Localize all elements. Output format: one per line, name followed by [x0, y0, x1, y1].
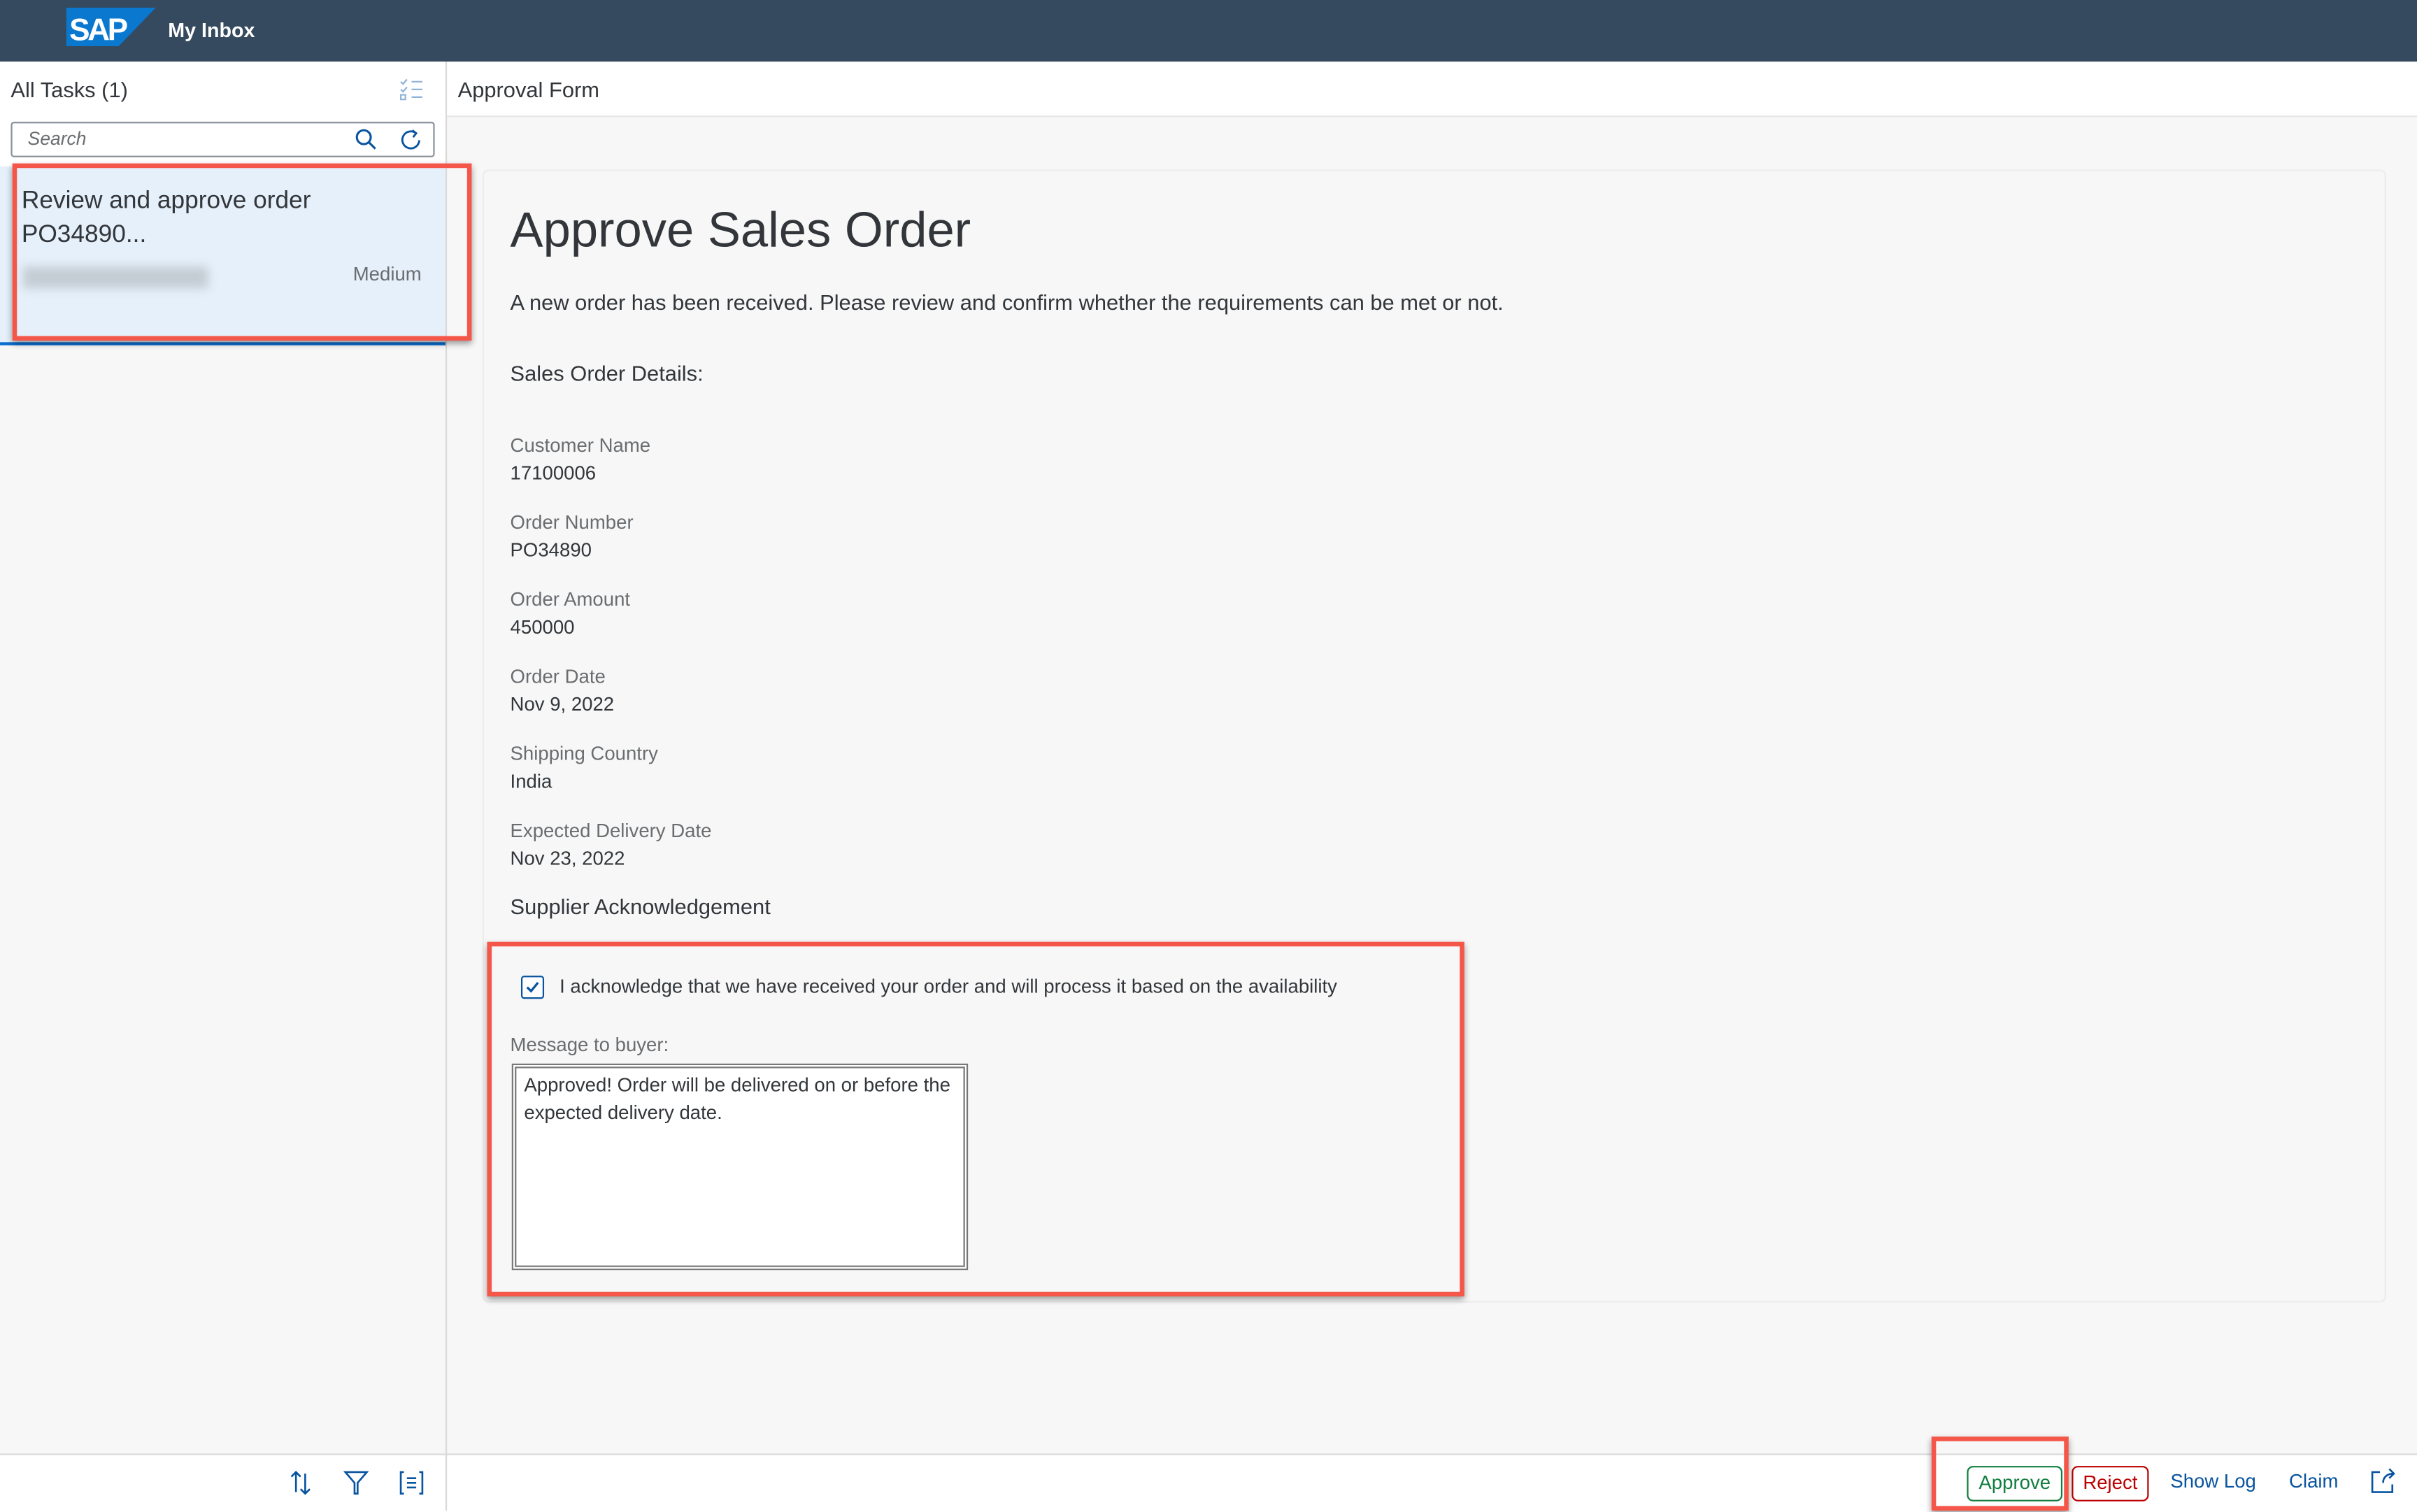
- field-label: Expected Delivery Date: [510, 820, 712, 842]
- field-label: Shipping Country: [510, 743, 658, 765]
- detail-header: Approval Form: [447, 62, 2417, 117]
- message-textarea[interactable]: Approved! Order will be delivered on or …: [511, 1063, 969, 1271]
- task-title: Review and approve order PO34890...: [21, 187, 311, 248]
- sort-icon[interactable]: [287, 1469, 315, 1497]
- sap-logo[interactable]: SAP: [66, 8, 156, 47]
- show-log-button[interactable]: Show Log: [2170, 1471, 2256, 1492]
- task-priority: Medium: [352, 263, 422, 285]
- field-label: Customer Name: [510, 434, 651, 457]
- field-value: Nov 9, 2022: [510, 693, 615, 715]
- group-icon[interactable]: [398, 1469, 426, 1497]
- reject-button[interactable]: Reject: [2072, 1466, 2149, 1502]
- message-label: Message to buyer:: [510, 1034, 669, 1056]
- refresh-icon[interactable]: [399, 128, 422, 151]
- claim-button[interactable]: Claim: [2289, 1471, 2338, 1492]
- approve-button[interactable]: Approve: [1967, 1466, 2063, 1502]
- field-value: 17100006: [510, 462, 597, 485]
- my-inbox-app: SAP My Inbox All Tasks (1) Search Review…: [0, 0, 2417, 1512]
- field-value: PO34890: [510, 539, 592, 562]
- field-value: Nov 23, 2022: [510, 848, 625, 870]
- shell-bar: [0, 0, 2417, 62]
- svg-text:SAP: SAP: [69, 13, 127, 46]
- ack-label[interactable]: I acknowledge that we have received your…: [559, 976, 1337, 997]
- field-value: 450000: [510, 616, 575, 639]
- multi-select-icon[interactable]: [399, 77, 424, 101]
- section-title: Sales Order Details:: [510, 360, 704, 386]
- field-label: Order Amount: [510, 588, 631, 611]
- search-placeholder: Search: [27, 127, 87, 150]
- search-field[interactable]: Search: [10, 122, 435, 157]
- filter-icon[interactable]: [342, 1469, 370, 1497]
- detail-title: Approval Form: [457, 77, 599, 102]
- search-icon[interactable]: [355, 128, 378, 151]
- master-title: All Tasks (1): [10, 77, 128, 102]
- field-label: Order Number: [510, 511, 634, 534]
- app-title: My Inbox: [168, 18, 255, 42]
- field-value: India: [510, 771, 552, 792]
- field-label: Order Date: [510, 666, 606, 688]
- form-intro: A new order has been received. Please re…: [510, 290, 1504, 315]
- form-heading: Approve Sales Order: [510, 201, 971, 258]
- footer-divider: [445, 1453, 448, 1511]
- ack-title: Supplier Acknowledgement: [510, 894, 771, 919]
- task-redacted-info: [23, 266, 208, 289]
- share-icon[interactable]: [2369, 1467, 2397, 1495]
- ack-checkbox[interactable]: [520, 976, 545, 999]
- check-icon: [526, 982, 539, 993]
